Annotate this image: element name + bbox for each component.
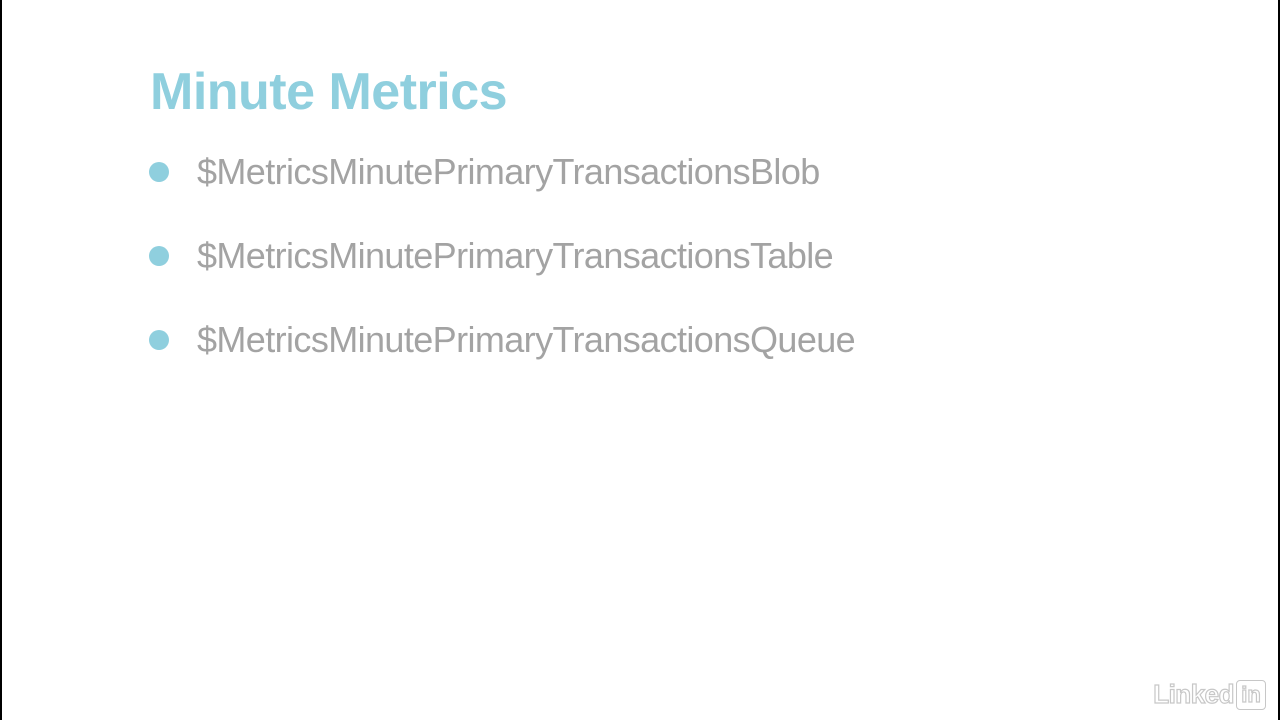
bullet-text: $MetricsMinutePrimaryTransactionsBlob [197, 151, 820, 192]
bullet-dot-icon [149, 330, 169, 350]
watermark-brand-text: Linked [1153, 678, 1235, 709]
bullet-text: $MetricsMinutePrimaryTransactionsTable [197, 235, 834, 276]
bullet-dot-icon [149, 246, 169, 266]
slide-title: Minute Metrics [150, 63, 508, 121]
linkedin-logo-icon: Linked in [1153, 678, 1266, 710]
bullet-dot-icon [149, 162, 169, 182]
watermark-brand-box: in [1236, 679, 1266, 710]
slide: Minute Metrics $MetricsMinutePrimaryTran… [2, 0, 1278, 720]
bullet-text: $MetricsMinutePrimaryTransactionsQueue [197, 319, 856, 360]
